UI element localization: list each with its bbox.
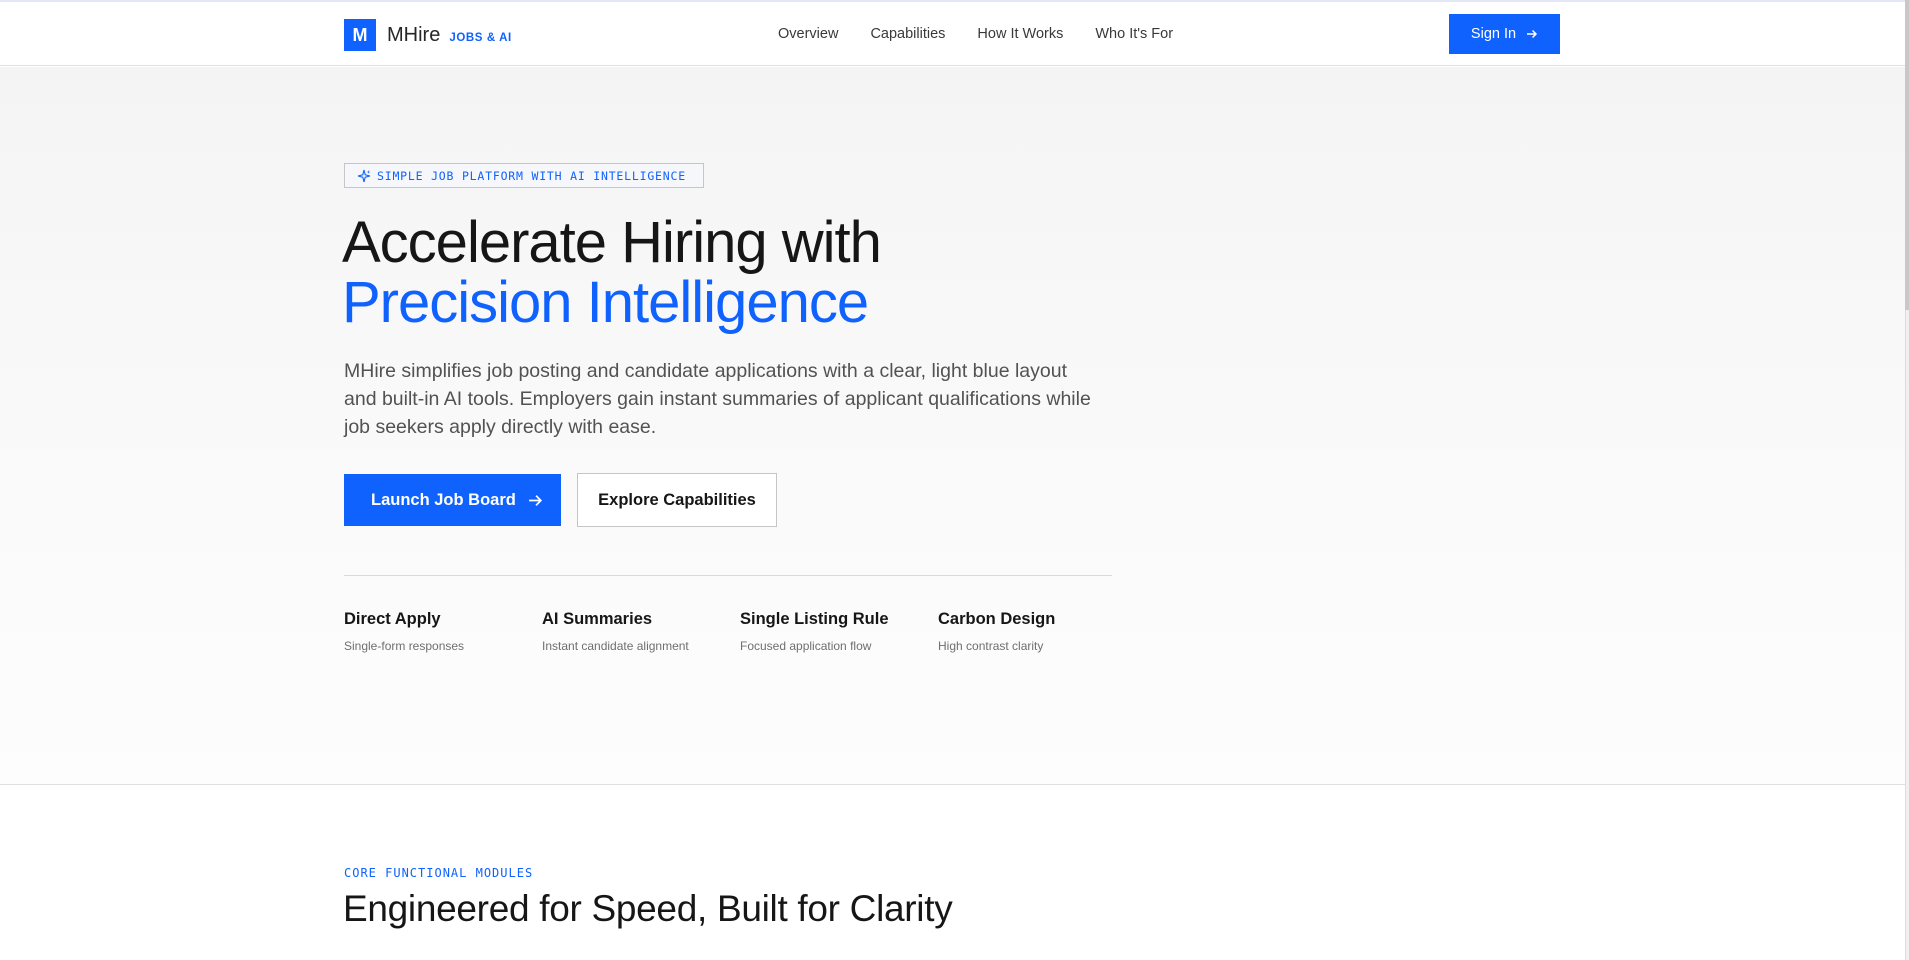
feature-subtitle: Focused application flow xyxy=(740,639,872,653)
sign-in-button[interactable]: Sign In xyxy=(1449,14,1560,54)
scrollbar-thumb[interactable] xyxy=(1905,0,1909,310)
arrow-right-icon xyxy=(528,494,542,506)
hero-badge-text: SIMPLE JOB PLATFORM WITH AI INTELLIGENCE xyxy=(377,168,686,183)
feature-direct-apply: Direct Apply Single-form responses xyxy=(344,610,534,653)
brand-name: MHire xyxy=(387,23,441,46)
hero-headline-line1: Accelerate Hiring with xyxy=(342,210,882,275)
explore-capabilities-label: Explore Capabilities xyxy=(598,490,756,509)
explore-capabilities-button[interactable]: Explore Capabilities xyxy=(577,473,777,527)
hero-headline: Accelerate Hiring with Precision Intelli… xyxy=(342,210,882,335)
feature-subtitle: High contrast clarity xyxy=(938,639,1044,653)
feature-title: Direct Apply xyxy=(344,610,441,628)
sparkle-icon xyxy=(357,169,371,182)
hero-headline-line2: Precision Intelligence xyxy=(342,270,869,335)
nav-capabilities[interactable]: Capabilities xyxy=(870,26,945,42)
site-header: M MHire JOBS & AI Overview Capabilities … xyxy=(0,2,1905,66)
scrollbar[interactable] xyxy=(1905,0,1909,960)
modules-eyebrow: CORE FUNCTIONAL MODULES xyxy=(344,866,534,880)
launch-job-board-label: Launch Job Board xyxy=(371,490,516,509)
feature-carbon-design: Carbon Design High contrast clarity xyxy=(938,610,1128,653)
hero-badge: SIMPLE JOB PLATFORM WITH AI INTELLIGENCE xyxy=(344,163,704,188)
launch-job-board-button[interactable]: Launch Job Board xyxy=(344,474,561,526)
arrow-right-icon xyxy=(1527,29,1538,39)
nav-overview[interactable]: Overview xyxy=(778,26,838,42)
modules-title: Engineered for Speed, Built for Clarity xyxy=(343,888,953,929)
feature-title: Carbon Design xyxy=(938,610,1056,628)
sign-in-label: Sign In xyxy=(1470,26,1517,42)
feature-title: AI Summaries xyxy=(542,610,653,628)
hero-divider xyxy=(344,575,1112,576)
feature-ai-summaries: AI Summaries Instant candidate alignment xyxy=(542,610,732,653)
nav-who-its-for[interactable]: Who It's For xyxy=(1095,26,1173,42)
brand-tag: JOBS & AI xyxy=(449,31,512,44)
feature-subtitle: Single-form responses xyxy=(344,639,465,653)
logo-mark: M xyxy=(344,19,376,51)
feature-single-listing-rule: Single Listing Rule Focused application … xyxy=(740,610,930,653)
brand-logo[interactable]: M MHire JOBS & AI xyxy=(344,19,512,51)
feature-title: Single Listing Rule xyxy=(740,610,889,628)
feature-subtitle: Instant candidate alignment xyxy=(542,639,689,653)
hero-section: SIMPLE JOB PLATFORM WITH AI INTELLIGENCE… xyxy=(0,67,1905,785)
nav-how-it-works[interactable]: How It Works xyxy=(977,26,1063,42)
hero-lead: MHire simplifies job posting and candida… xyxy=(344,360,1091,438)
main-nav: Overview Capabilities How It Works Who I… xyxy=(778,26,1205,42)
